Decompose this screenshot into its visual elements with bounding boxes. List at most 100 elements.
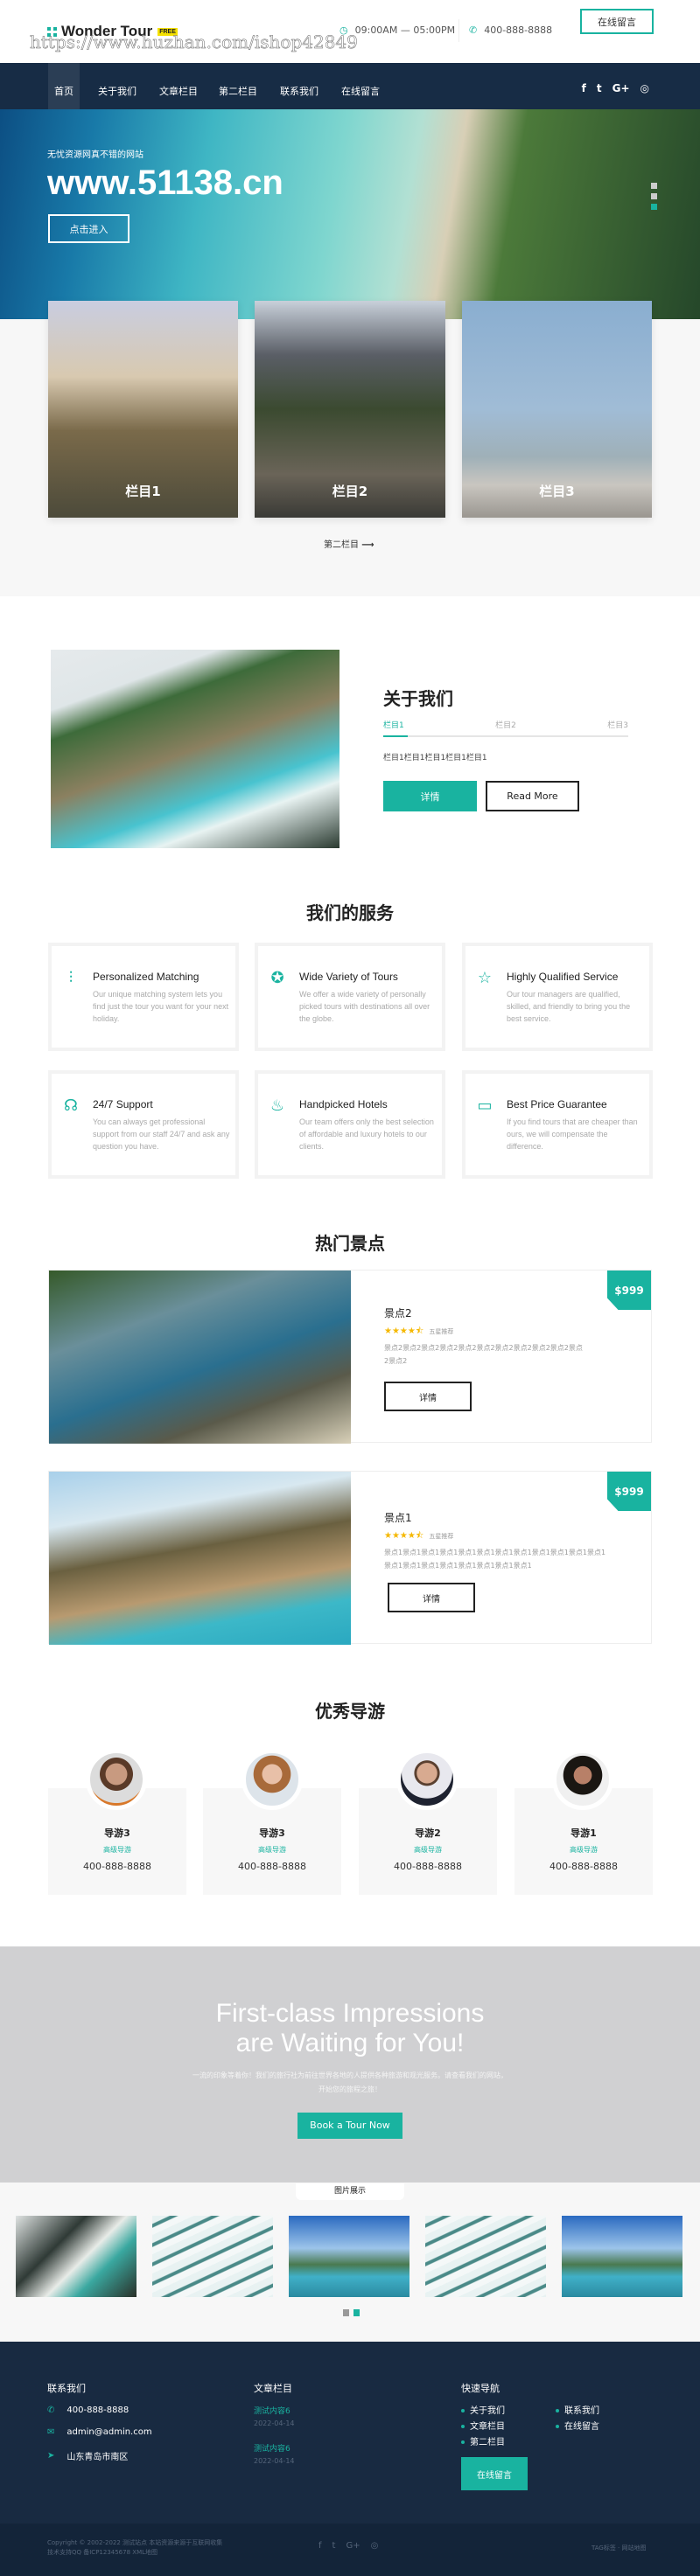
service-text: Our team offers only the best selection …	[299, 1117, 434, 1151]
gallery-image[interactable]	[152, 2216, 273, 2297]
guide-phone: 400-888-8888	[394, 1861, 462, 1872]
footer-articles-title: 文章栏目	[254, 2383, 292, 2394]
service-card: ☆ Highly Qualified Service Our tour manage…	[462, 943, 653, 1051]
guide-name: 导游3	[259, 1828, 285, 1839]
service-card: ▭ Best Price Guarantee If you find tours t…	[462, 1070, 653, 1179]
book-tour-button[interactable]: Book a Tour Now	[298, 2113, 402, 2139]
rating-label: 五星推荐	[429, 1533, 454, 1540]
gallery-image[interactable]	[425, 2216, 546, 2297]
quick-link[interactable]: 联系我们	[556, 2403, 599, 2416]
spot-name[interactable]: 景点2	[384, 1305, 412, 1320]
article-link[interactable]: 测试内容6	[254, 2442, 290, 2454]
tab-3[interactable]: 栏目3	[607, 719, 628, 730]
more-link[interactable]: 第二栏目 ⟶	[324, 537, 374, 550]
divider	[458, 19, 459, 42]
tab-indicator	[383, 735, 628, 737]
spot-detail-button[interactable]: 详情	[384, 1382, 472, 1411]
gallery-image[interactable]	[16, 2216, 136, 2297]
spot-image[interactable]	[49, 1472, 351, 1645]
detail-button[interactable]: 详情	[383, 781, 477, 811]
nav-about[interactable]: 关于我们	[98, 84, 136, 98]
social-links: f t G+ ◎	[582, 82, 649, 94]
gallery-image[interactable]	[289, 2216, 410, 2297]
footer-message-button[interactable]: 在线留言	[461, 2457, 528, 2490]
phone-icon: ✆	[47, 2405, 55, 2415]
rating-stars: ★★★★⯪ 五星推荐	[384, 1531, 454, 1541]
spot-detail-button[interactable]: 详情	[388, 1583, 475, 1612]
cta-title-line2: are Waiting for You!	[235, 2029, 465, 2057]
nav-second[interactable]: 第二栏目	[219, 84, 257, 98]
arrow-right-icon: ⟶	[361, 540, 374, 550]
service-title: Personalized Matching	[93, 971, 200, 983]
footer-phone: ✆ 400-888-8888	[47, 2405, 129, 2415]
quick-link[interactable]: 在线留言	[556, 2419, 599, 2432]
facebook-icon[interactable]: f	[318, 2541, 322, 2551]
service-title: 24/7 Support	[93, 1098, 153, 1110]
article-date: 2022-04-14	[254, 2457, 295, 2465]
avatar	[552, 1749, 613, 1810]
guide-phone: 400-888-8888	[550, 1861, 618, 1872]
guide-role: 高级导游	[414, 1846, 442, 1854]
service-card: ✪ Wide Variety of Tours We offer a wide va…	[255, 943, 445, 1051]
spot-image[interactable]	[49, 1271, 351, 1444]
guide-role: 高级导游	[258, 1846, 286, 1854]
tab-1[interactable]: 栏目1	[383, 719, 404, 730]
quick-link[interactable]: 关于我们	[461, 2403, 505, 2416]
hero-title: www.51138.cn	[47, 164, 284, 202]
category-label: 栏目1	[125, 484, 161, 499]
quick-link[interactable]: 第二栏目	[461, 2434, 505, 2447]
service-card: ☊ 24/7 Support You can always get professi…	[48, 1070, 239, 1179]
mail-icon: ✉	[47, 2427, 55, 2437]
article-link[interactable]: 测试内容6	[254, 2405, 290, 2416]
article-date: 2022-04-14	[254, 2419, 295, 2427]
service-title: Wide Variety of Tours	[299, 971, 398, 983]
phone-info: ✆ 400-888-8888	[469, 24, 552, 36]
footer-quick-title: 快速导航	[461, 2383, 500, 2394]
rating-stars: ★★★★⯪ 五星推荐	[384, 1326, 454, 1336]
twitter-icon[interactable]: t	[332, 2541, 336, 2551]
service-text: Our tour managers are qualified, skilled…	[507, 990, 631, 1023]
nav-articles[interactable]: 文章栏目	[159, 84, 198, 98]
service-title: Handpicked Hotels	[299, 1098, 388, 1110]
slider-dot-active[interactable]	[651, 204, 657, 210]
twitter-icon[interactable]: t	[597, 82, 602, 94]
instagram-icon[interactable]: ◎	[640, 82, 649, 94]
google-plus-icon[interactable]: G+	[346, 2541, 360, 2551]
spot-name[interactable]: 景点1	[384, 1510, 412, 1525]
quick-link[interactable]: 文章栏目	[461, 2419, 505, 2432]
footer-right-links[interactable]: TAG标签 · 网站地图	[592, 2544, 647, 2552]
instagram-icon[interactable]: ◎	[371, 2541, 379, 2551]
guide-name: 导游2	[415, 1828, 441, 1839]
about-image	[51, 650, 340, 848]
copyright-line1: Copyright © 2002-2022 测试站点 本站资源来源于互联网收集	[47, 2539, 223, 2546]
google-plus-icon[interactable]: G+	[612, 82, 630, 94]
guides-title: 优秀导游	[315, 1701, 385, 1722]
spot-description: 景点2景点2景点2景点2景点2景点2景点2景点2景点2景点2景点2景点2	[384, 1344, 583, 1365]
hero-subtitle: 无忧资源网真不错的网站	[47, 150, 144, 160]
service-card: ⫶ Personalized Matching Our unique matchin…	[48, 943, 239, 1051]
gallery-image[interactable]	[562, 2216, 682, 2297]
nav-message[interactable]: 在线留言	[341, 84, 380, 98]
cta-title-line1: First-class Impressions	[215, 1999, 485, 2028]
about-title: 关于我们	[383, 688, 453, 709]
facebook-icon[interactable]: f	[582, 82, 586, 94]
gallery-dot[interactable]	[343, 2309, 349, 2316]
slider-dot[interactable]	[651, 183, 657, 189]
nav-home[interactable]: 首页	[54, 84, 74, 98]
category-card[interactable]: 栏目3	[462, 301, 652, 518]
gallery-dot-active[interactable]	[354, 2309, 360, 2316]
footer-email-text[interactable]: admin@admin.com	[66, 2427, 151, 2437]
cta-banner: First-class Impressions are Waiting for Y…	[0, 1946, 700, 2183]
spots-title: 热门景点	[315, 1233, 385, 1254]
service-text: Our unique matching system lets you find…	[93, 990, 229, 1023]
message-button[interactable]: 在线留言	[580, 9, 654, 34]
tab-2[interactable]: 栏目2	[495, 719, 516, 730]
read-more-button[interactable]: Read More	[486, 781, 579, 811]
nav-contact[interactable]: 联系我们	[280, 84, 318, 98]
slider-dot[interactable]	[651, 193, 657, 199]
hero-enter-button[interactable]: 点击进入	[48, 214, 130, 243]
service-title: Best Price Guarantee	[507, 1098, 607, 1110]
more-label: 第二栏目	[324, 540, 359, 550]
category-card[interactable]: 栏目2	[255, 301, 445, 518]
category-card[interactable]: 栏目1	[48, 301, 238, 518]
